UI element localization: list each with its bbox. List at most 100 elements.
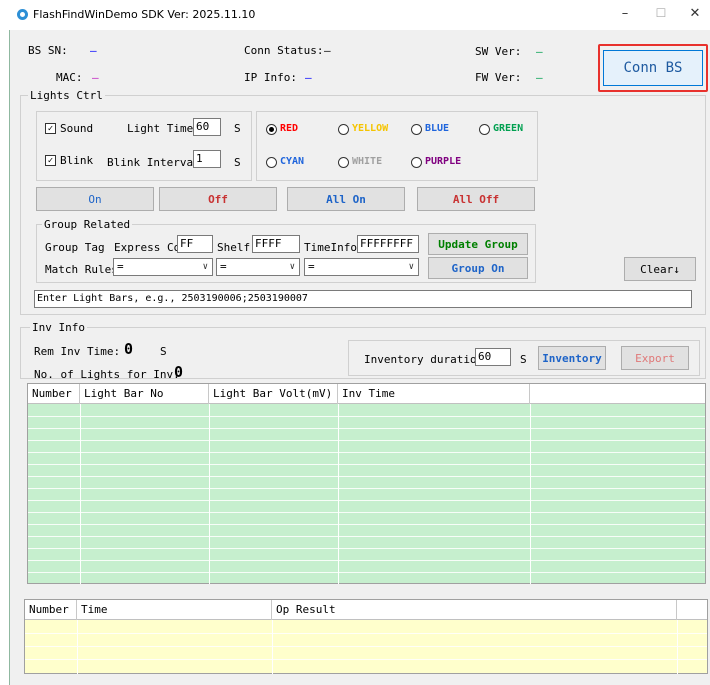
blink-interval-input[interactable]: 1 [193, 150, 221, 168]
col-light-bar-volt[interactable]: Light Bar Volt(mV) [209, 384, 338, 404]
log-table[interactable]: Number Time Op Result [24, 599, 708, 674]
color-label-red: RED [280, 123, 299, 134]
lights-for-inv-value: 0 [174, 363, 184, 381]
window-title: FlashFindWinDemo SDK Ver: 2025.11.10 [33, 8, 256, 21]
bs-sn-label: BS SN: [28, 44, 68, 57]
sound-label: Sound [60, 122, 94, 135]
log-table-header: Number Time Op Result [25, 600, 707, 620]
radio-blue[interactable] [411, 124, 422, 135]
row-divider [28, 488, 705, 489]
rem-inv-time-label: Rem Inv Time: [34, 345, 121, 358]
row-divider [28, 560, 705, 561]
inventory-duration-label: Inventory duration [364, 353, 484, 366]
maximize-icon[interactable]: ☐ [646, 6, 676, 20]
sw-ver-value: — [536, 45, 543, 58]
inventory-duration-input[interactable]: 60 [475, 348, 511, 366]
col-inv-time[interactable]: Inv Time [338, 384, 530, 404]
column-divider [677, 620, 678, 674]
light-bars-input[interactable]: Enter Light Bars, e.g., 2503190006;25031… [34, 290, 692, 308]
rem-inv-time-unit: S [160, 345, 167, 358]
blink-interval-unit: S [234, 156, 241, 169]
chevron-down-icon: ∨ [408, 262, 414, 272]
radio-red[interactable] [266, 124, 277, 135]
radio-yellow[interactable] [338, 124, 349, 135]
radio-green[interactable] [479, 124, 490, 135]
match-rule-3-select[interactable]: = ∨ [304, 258, 419, 276]
blink-checkbox[interactable]: ✓ [45, 155, 56, 166]
row-divider [25, 659, 707, 660]
row-divider [28, 524, 705, 525]
column-divider [209, 404, 210, 584]
ip-info-label: IP Info: [244, 71, 297, 84]
match-rule-1-select[interactable]: = ∨ [113, 258, 213, 276]
color-label-cyan: CYAN [280, 156, 305, 167]
on-button[interactable]: On [36, 187, 154, 211]
row-divider [25, 646, 707, 647]
minimize-icon[interactable]: – [610, 6, 640, 21]
sw-ver-label: SW Ver: [475, 45, 522, 58]
app-icon [17, 9, 28, 20]
express-co-label: Express Co [114, 241, 181, 254]
lights-ctrl-label: Lights Ctrl [28, 89, 105, 102]
clear-button[interactable]: Clear ↓ [624, 257, 696, 281]
radio-white[interactable] [338, 157, 349, 168]
col-number[interactable]: Number [28, 384, 80, 404]
inventory-table-header: Number Light Bar No Light Bar Volt(mV) I… [28, 384, 705, 404]
row-divider [28, 464, 705, 465]
all-on-button[interactable]: All On [287, 187, 405, 211]
light-time-input[interactable]: 60 [193, 118, 221, 136]
column-divider [338, 404, 339, 584]
col-empty[interactable] [530, 384, 705, 404]
row-divider [28, 452, 705, 453]
column-divider [77, 620, 78, 674]
close-icon[interactable]: ✕ [680, 6, 710, 21]
export-button[interactable]: Export [621, 346, 689, 370]
mac-label: MAC: [56, 71, 83, 84]
off-button[interactable]: Off [159, 187, 277, 211]
color-label-green: GREEN [493, 123, 524, 134]
col-light-bar-no[interactable]: Light Bar No [80, 384, 209, 404]
arrow-down-icon: ↓ [673, 262, 680, 276]
color-label-blue: BLUE [425, 123, 450, 134]
shelf-label: Shelf [217, 241, 251, 254]
row-divider [28, 476, 705, 477]
match-rules-label: Match Rules [45, 263, 118, 276]
column-divider [530, 404, 531, 584]
col-op-result[interactable]: Op Result [272, 600, 677, 620]
timeinfo-input[interactable]: FFFFFFFF [357, 235, 419, 253]
group-on-button[interactable]: Group On [428, 257, 528, 279]
conn-status-value: — [324, 44, 331, 57]
mac-value: — [92, 71, 99, 84]
shelf-input[interactable]: FFFF [252, 235, 300, 253]
col-log-number[interactable]: Number [25, 600, 77, 620]
col-log-empty[interactable] [677, 600, 707, 620]
radio-purple[interactable] [411, 157, 422, 168]
lights-for-inv-label: No. of Lights for Inv: [34, 368, 180, 381]
inv-info-label: Inv Info [30, 321, 87, 334]
row-divider [28, 428, 705, 429]
inventory-button[interactable]: Inventory [538, 346, 606, 370]
col-log-time[interactable]: Time [77, 600, 272, 620]
conn-status-label: Conn Status: [244, 44, 324, 57]
row-divider [28, 500, 705, 501]
row-divider [28, 548, 705, 549]
all-off-button[interactable]: All Off [417, 187, 535, 211]
ip-info-value: — [305, 71, 312, 84]
inventory-table[interactable]: Number Light Bar No Light Bar Volt(mV) I… [27, 383, 706, 584]
chevron-down-icon: ∨ [289, 262, 295, 272]
express-co-input[interactable]: FF [177, 235, 213, 253]
bs-sn-value: — [90, 44, 97, 57]
color-label-yellow: YELLOW [352, 123, 389, 134]
group-tag-label: Group Tag [45, 241, 105, 254]
update-group-button[interactable]: Update Group [428, 233, 528, 255]
timeinfo-label: TimeInfo [304, 241, 357, 254]
fw-ver-label: FW Ver: [475, 71, 522, 84]
sound-checkbox[interactable]: ✓ [45, 123, 56, 134]
light-time-unit: S [234, 122, 241, 135]
color-label-purple: PURPLE [425, 156, 462, 167]
radio-cyan[interactable] [266, 157, 277, 168]
color-label-white: WHITE [352, 156, 383, 167]
match-rule-2-select[interactable]: = ∨ [216, 258, 300, 276]
column-divider [80, 404, 81, 584]
conn-bs-button[interactable]: Conn BS [603, 50, 703, 86]
